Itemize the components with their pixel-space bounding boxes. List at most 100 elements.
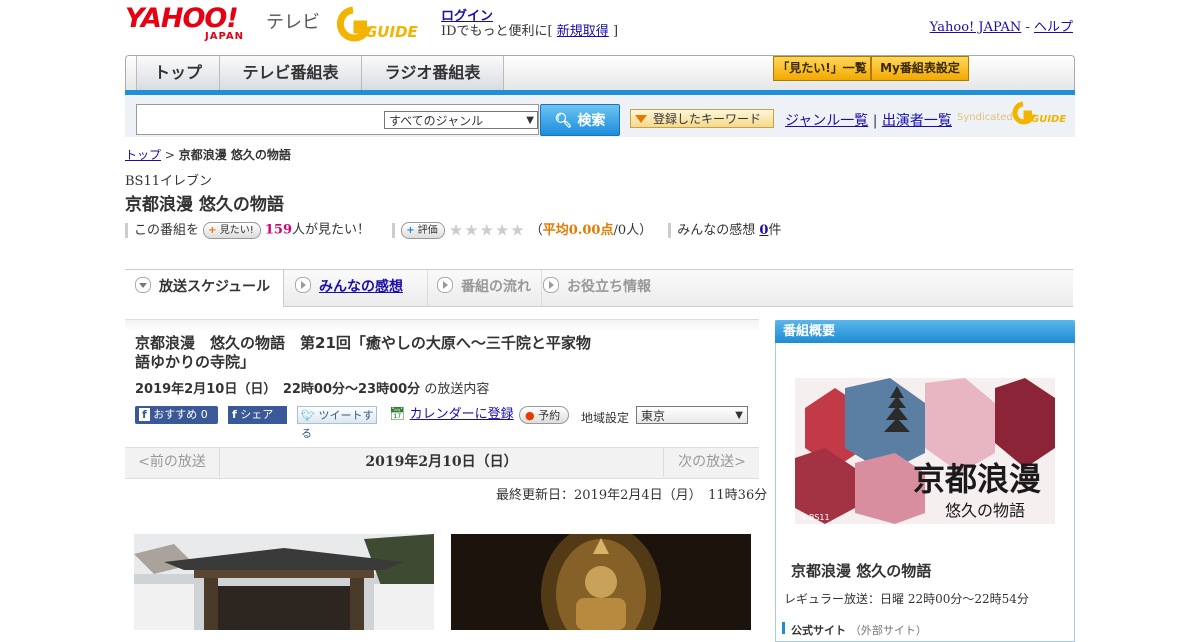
registered-keywords-label: 登録したキーワード [653,112,762,126]
prev-broadcast-button[interactable]: <前の放送 [125,447,220,477]
login-sub: IDでもっと便利に[ 新規取得 ] [441,20,618,39]
chevron-down-icon: ▼ [526,115,534,126]
buddha-statue-photo [451,534,751,630]
play-icon [295,277,311,293]
tab-useful-info[interactable]: お役立ち情報 [543,270,673,306]
breadcrumb-current: 京都浪漫 悠久の物語 [178,148,291,162]
rate-button[interactable]: + 評価 [401,221,445,239]
gguide-text: GUIDE [365,23,419,41]
calendar-icon: 📅︎ [389,407,406,422]
page-title: 京都浪漫 悠久の物語 [125,195,284,215]
yahoo-japan-sublogo: JAPAN [205,31,244,42]
breadcrumb-top-link[interactable]: トップ [125,148,161,162]
mitai-button[interactable]: + 見たい! [203,221,261,239]
last-updated: 最終更新日：2019年2月4日（月） 11時36分 [496,488,768,503]
facebook-share-button[interactable]: f シェア [228,406,287,424]
broadcast-datetime: 2019年2月10日（日） 22時00分～23時00分 [135,382,421,397]
play-icon [437,277,453,293]
search-button[interactable]: 🔍︎ 検索 [540,104,620,136]
tv-label: テレビ [266,12,320,33]
mitai-count: 159 [264,222,293,238]
genre-list-link[interactable]: ジャンル一覧 [785,113,868,129]
temple-gate-photo [134,534,434,630]
search-links-divider: | [872,113,878,129]
impressions-prefix: みんなの感想 [677,222,756,238]
syndicated-gguide-text: GUIDE [1031,114,1066,125]
add-to-calendar-label: カレンダーに登録 [409,407,514,422]
login-sub-prefix: IDでもっと便利に[ [441,24,553,39]
reserve-label: 予約 [538,409,561,422]
current-broadcast-date: 2019年2月10日（日） [365,454,518,470]
mitai-list-button[interactable]: 「見たい!」一覧 [773,56,871,81]
search-icon: 🔍︎ [554,113,573,129]
twitter-bird-icon: 🐦︎ [301,409,315,422]
signup-link[interactable]: 新規取得 [557,24,609,39]
play-icon [543,277,559,293]
broadcast-time: 2019年2月10日（日） 22時00分～23時00分 の放送内容 [135,378,489,397]
program-key-visual: ©BS11 京都浪漫 悠久の物語 [795,378,1055,524]
yahoo-japan-link[interactable]: Yahoo! JAPAN [930,20,1022,35]
record-dot-icon: ● [525,409,535,422]
mitai-suffix: 人が見たい！ [292,222,371,238]
facebook-recommend-label: おすすめ [153,408,198,421]
facebook-share-label: シェア [240,408,274,421]
impressions-suffix: 件 [768,222,782,238]
plus-icon: + [406,224,415,236]
gguide-logo[interactable]: GUIDE [335,6,430,42]
tab-schedule[interactable]: 放送スケジュール [125,270,284,307]
content-tabs: 放送スケジュール みんなの感想 番組の流れ お役立ち情報 [125,269,1073,307]
impressions-section: みんなの感想 0件 [668,222,782,238]
tab-program-flow[interactable]: 番組の流れ [427,270,542,306]
breadcrumb-separator: > [164,148,175,162]
search-links: ジャンル一覧 | 出演者一覧 [785,110,952,130]
cast-list-link[interactable]: 出演者一覧 [882,113,952,129]
next-broadcast-button[interactable]: 次の放送> [663,447,760,477]
top-links: Yahoo! JAPAN - ヘルプ [930,16,1073,35]
triangle-down-icon [635,115,647,123]
broadcast-datetime-suffix: の放送内容 [424,382,490,397]
tab-impressions[interactable]: みんなの感想 [283,270,428,306]
syndicated-gguide-logo: GUIDE [1012,101,1066,125]
channel-name: BS11イレブン [125,174,213,189]
official-site-note: （外部サイト） [849,624,927,637]
sidebar-official-site: 公式サイト （外部サイト） [782,622,927,637]
help-link[interactable]: ヘルプ [1034,20,1073,35]
my-schedule-settings-button[interactable]: My番組表設定 [871,56,969,81]
tab-schedule-label: 放送スケジュール [159,279,271,295]
nav-tab-top[interactable]: トップ [136,56,220,90]
yahoo-logo[interactable]: YAHOO! [125,5,239,33]
broadcast-title: 京都浪漫 悠久の物語 第21回「癒やしの大原へ～三千院と平家物語ゆかりの寺院」 [135,334,591,371]
tab-impressions-label: みんなの感想 [319,279,403,295]
facebook-recommend-count: 0 [200,408,208,421]
region-select[interactable]: 東京 ▼ [636,406,748,424]
plus-icon: + [208,224,217,236]
avg-open: （ [529,222,543,238]
registered-keywords-button[interactable]: 登録したキーワード [630,109,774,128]
key-visual-subtitle: 悠久の物語 [945,501,1025,520]
image-credit: ©BS11 [801,513,830,522]
search-button-label: 検索 [577,113,606,129]
reserve-button[interactable]: ● 予約 [519,406,569,424]
tweet-button[interactable]: 🐦︎ ツイートする [297,406,377,440]
login-sub-suffix: ] [612,24,619,39]
mitai-button-label: 見たい! [219,224,254,236]
sidebar-regular-broadcast: レギュラー放送：日曜 22時00分～22時54分 [784,592,1029,606]
tab-program-flow-label: 番組の流れ [461,279,531,295]
key-visual-title: 京都浪漫 [913,460,1041,498]
program-stats: この番組を + 見たい! 159人が見たい！ + 評価 ★★★★★ （平均0.0… [125,220,782,240]
tab-useful-info-label: お役立ち情報 [567,279,651,295]
add-to-calendar-button[interactable]: 📅︎ カレンダーに登録 [389,406,514,424]
chevron-down-icon [135,277,151,293]
stats-prefix: この番組を [125,222,200,238]
sidebar-program-title: 京都浪漫 悠久の物語 [791,562,932,580]
star-rating-icon: ★★★★★ [448,220,526,239]
sidebar-header: 番組概要 [775,320,1075,343]
nav-tab-tv-schedule[interactable]: テレビ番組表 [219,56,362,90]
facebook-recommend-button[interactable]: f おすすめ 0 [135,406,218,424]
genre-select[interactable]: すべてのジャンル ▼ [384,111,538,129]
nav-tab-radio-schedule[interactable]: ラジオ番組表 [361,56,504,90]
avg-people: /0人） [613,222,653,238]
official-site-label: 公式サイト [791,624,846,637]
avg-score: 平均0.00点 [542,222,614,238]
genre-select-value: すべてのジャンル [389,114,484,128]
